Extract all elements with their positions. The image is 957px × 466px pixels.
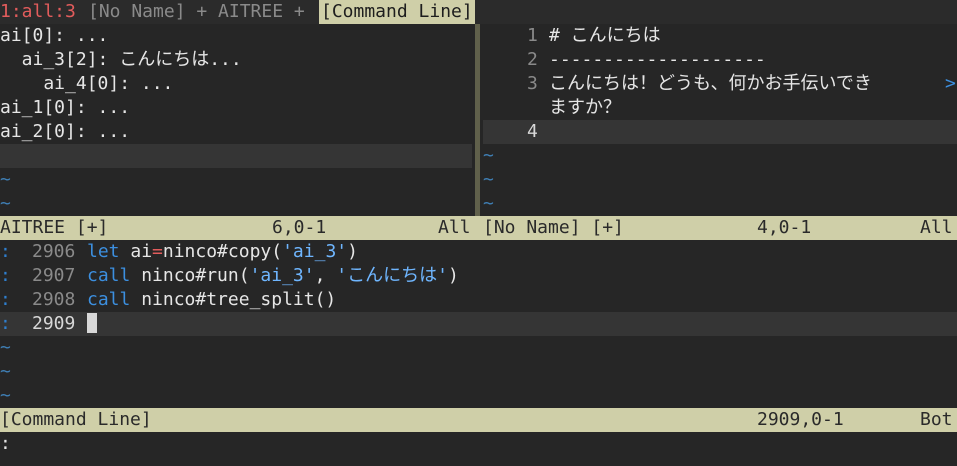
history-command[interactable]: call ninco#tree_split() <box>87 288 336 312</box>
history-number-current: 2909 <box>32 313 76 334</box>
tree-line[interactable]: ai_1[0]: ... <box>0 96 130 120</box>
buffer-line[interactable]: # こんにちは <box>549 24 661 48</box>
string-literal: 'ai_3' <box>249 265 315 286</box>
no-name-buffer-pane[interactable]: 1 # こんにちは 2 -------------------- 3 こんにちは… <box>483 24 957 216</box>
tree-line[interactable]: ai_3[2]: こんにちは... <box>0 48 242 72</box>
code-text: , <box>314 265 337 286</box>
code-text: ninco#tree_split() <box>130 289 337 310</box>
line-number: 1 <box>527 25 538 46</box>
string-literal: 'ai_3' <box>282 241 348 262</box>
line-number: 3 <box>527 73 538 94</box>
keyword: let <box>87 241 120 262</box>
vertical-split-separator[interactable] <box>472 24 483 216</box>
status-noname-scroll: All <box>920 217 953 238</box>
code-text: ninco#copy( <box>162 241 283 262</box>
history-number: 2907 <box>32 265 76 286</box>
status-cmdwin-name[interactable]: [Command Line] <box>0 408 152 432</box>
string-literal: 'こんにちは' <box>336 265 448 286</box>
status-bar-row <box>0 216 957 240</box>
cursor-line <box>483 120 957 144</box>
empty-line-tilde: ~ <box>483 145 494 166</box>
keyword: call <box>87 265 131 286</box>
empty-line-tilde: ~ <box>0 385 11 406</box>
status-aitree-scroll: All <box>438 217 471 238</box>
status-cmdwin-scroll: Bot <box>920 409 953 430</box>
status-noname-position: 4,0-1 <box>757 217 812 238</box>
code-text: ai <box>119 241 153 262</box>
code-text: ninco#run( <box>130 265 250 286</box>
empty-line-tilde: ~ <box>483 193 494 214</box>
code-text: ) <box>347 241 358 262</box>
tree-line[interactable]: ai_2[0]: ... <box>0 120 130 144</box>
empty-line-tilde: ~ <box>0 193 11 214</box>
status-noname-name[interactable]: [No Name] [+] <box>483 216 624 240</box>
text-cursor[interactable] <box>87 312 97 336</box>
empty-line-tilde: ~ <box>0 361 11 382</box>
status-aitree-name[interactable]: AITREE [+] <box>0 216 108 240</box>
cursor-line <box>0 144 472 168</box>
buffer-line[interactable]: -------------------- <box>549 48 766 72</box>
cmd-prefix: : <box>0 241 11 262</box>
command-line[interactable]: : <box>0 432 957 456</box>
cursor-block <box>87 313 97 333</box>
history-number: 2908 <box>32 289 76 310</box>
operator: = <box>152 241 163 262</box>
aitree-pane[interactable]: ai[0]: ... ai_3[2]: こんにちは... ai_4[0]: ..… <box>0 24 472 216</box>
cmd-prefix: : <box>0 265 11 286</box>
bottom-padding <box>0 456 957 466</box>
tab-no-name-aitree[interactable]: [No Name] + AITREE + <box>88 0 305 24</box>
history-command[interactable]: call ninco#run('ai_3', 'こんにちは') <box>87 264 459 288</box>
cmd-prefix: : <box>0 313 11 334</box>
code-text: ) <box>447 265 459 286</box>
line-number-current: 4 <box>527 121 538 142</box>
status-aitree-position: 6,0-1 <box>272 217 327 238</box>
empty-line-tilde: ~ <box>0 337 11 358</box>
history-number: 2906 <box>32 241 76 262</box>
wrap-marker: > <box>945 73 956 94</box>
buffer-line[interactable]: こんにちは！どうも、何かお手伝いでき <box>549 72 872 96</box>
tab-active[interactable]: 1:all:3 <box>0 0 76 24</box>
command-line-prompt: : <box>0 433 11 454</box>
empty-line-tilde: ~ <box>483 169 494 190</box>
command-line-window[interactable]: : 2906 let ai=ninco#copy('ai_3') : 2907 … <box>0 240 957 408</box>
keyword: call <box>87 289 131 310</box>
tabline: 1:all:3 [No Name] + AITREE + [Command Li… <box>0 0 957 24</box>
tree-line[interactable]: ai_4[0]: ... <box>0 72 173 96</box>
cmd-prefix: : <box>0 289 11 310</box>
tab-command-line[interactable]: [Command Line] <box>319 0 475 24</box>
line-number: 2 <box>527 49 538 70</box>
cursor-line <box>0 312 957 336</box>
status-cmdwin-position: 2909,0-1 <box>757 409 844 430</box>
tree-line[interactable]: ai[0]: ... <box>0 24 108 48</box>
history-command[interactable]: let ai=ninco#copy('ai_3') <box>87 240 358 264</box>
empty-line-tilde: ~ <box>0 169 11 190</box>
separator-line <box>475 24 480 216</box>
buffer-line-wrapped[interactable]: ますか？ <box>549 96 621 120</box>
